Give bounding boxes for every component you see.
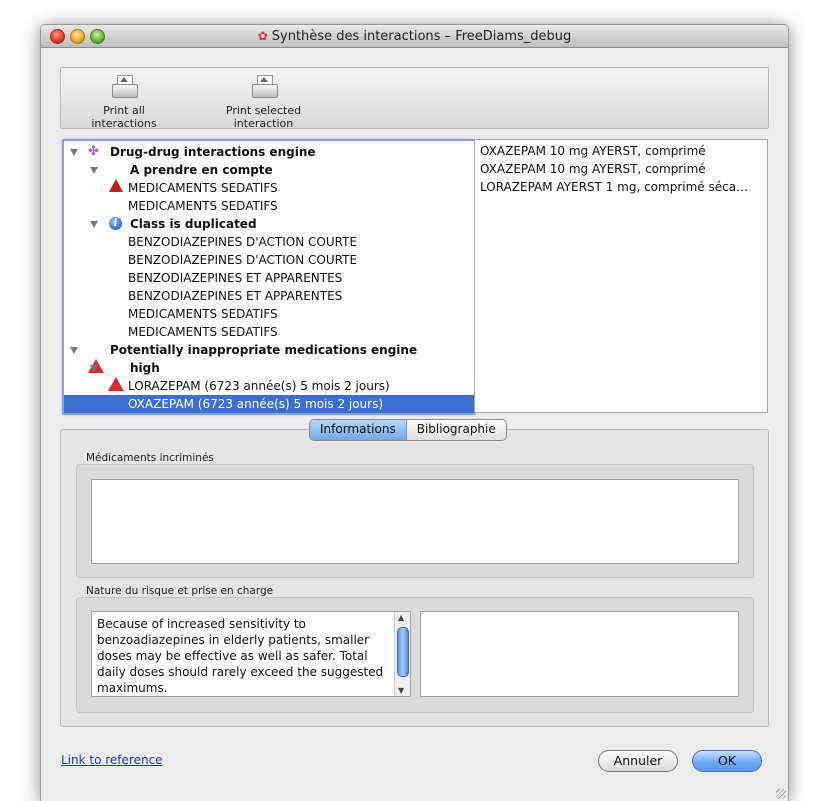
disclosure-triangle-icon[interactable] [70,149,78,156]
tree-label: MEDICAMENTS SEDATIFS [128,199,278,213]
print-all-label: Print all interactions [91,104,157,130]
info-icon: i [109,217,123,231]
toolbar: Print all interactions Print selected in… [60,67,769,130]
tree-row-item-selected[interactable]: OXAZEPAM (6723 année(s) 5 mois 2 jours) [64,395,474,413]
risque-textbox[interactable]: Because of increased sensitivity to benz… [91,611,411,697]
tree-label: high [130,361,160,375]
cancel-button[interactable]: Annuler [598,750,678,772]
disclosure-triangle-icon[interactable] [90,221,98,228]
tree-row-ddi-engine[interactable]: ✤ Drug-drug interactions engine [64,143,474,161]
informations-panel: Médicaments incriminés Nature du risque … [60,429,769,727]
resize-grip-icon[interactable] [776,789,786,799]
scroll-up-arrow-icon[interactable]: ▲ [398,613,404,622]
list-item[interactable]: OXAZEPAM 10 mg AYERST, comprimé [480,142,706,160]
tab-bibliographie[interactable]: Bibliographie [407,420,506,440]
tree-row-group[interactable]: high [64,359,474,391]
tree-label: Potentially inappropriate medications en… [110,343,418,357]
risque-group: Because of increased sensitivity to benz… [76,597,754,713]
freediams-app-icon: ✿ [257,29,268,43]
risque-text: Because of increased sensitivity to benz… [97,617,384,695]
tree-label: A prendre en compte [130,163,273,177]
window-title: ✿ Synthèse des interactions – FreeDiams_d… [257,29,572,44]
tree-label: LORAZEPAM (6723 année(s) 5 mois 2 jours) [128,379,390,393]
printer-icon [110,74,138,100]
tree-label: MEDICAMENTS SEDATIFS [128,307,278,321]
tree-label: MEDICAMENTS SEDATIFS [128,325,278,339]
tree-label: OXAZEPAM (6723 année(s) 5 mois 2 jours) [128,397,384,411]
disclosure-triangle-icon[interactable] [90,365,98,372]
tree-row-pim-engine[interactable]: Potentially inappropriate medications en… [64,341,474,373]
tree-row-group[interactable]: A prendre en compte [64,161,474,192]
tree-label: MEDICAMENTS SEDATIFS [128,181,278,195]
ok-button[interactable]: OK [692,750,762,772]
tab-informations[interactable]: Informations [310,420,407,440]
ddi-engine-icon: ✤ [88,144,99,159]
tree-row-item[interactable]: BENZODIAZEPINES ET APPARENTES [64,269,474,287]
tree-row-item[interactable]: MEDICAMENTS SEDATIFS [64,323,474,341]
warning-icon [109,163,123,192]
list-item[interactable]: OXAZEPAM 10 mg AYERST, comprimé [480,160,706,178]
tree-row-item[interactable]: MEDICAMENTS SEDATIFS [64,179,474,197]
pim-engine-icon [88,343,104,373]
printer-icon [250,74,278,100]
link-to-reference[interactable]: Link to reference [61,753,163,767]
list-item[interactable]: LORAZEPAM AYERST 1 mg, comprimé séca… [480,178,748,196]
disclosure-triangle-icon[interactable] [70,347,78,354]
scroll-down-arrow-icon[interactable]: ▼ [398,686,404,695]
prise-en-charge-textbox[interactable] [420,611,739,697]
tree-row-item[interactable]: BENZODIAZEPINES ET APPARENTES [64,287,474,305]
tree-row-item[interactable]: LORAZEPAM (6723 année(s) 5 mois 2 jours) [64,377,474,395]
tree-row-item[interactable]: MEDICAMENTS SEDATIFS [64,305,474,323]
drug-list[interactable]: OXAZEPAM 10 mg AYERST, comprimé OXAZEPAM… [474,139,768,413]
tree-row-item[interactable]: MEDICAMENTS SEDATIFS [64,197,474,215]
interaction-synthesis-window: ✿ Synthèse des interactions – FreeDiams_d… [40,24,789,801]
risque-scrollbar[interactable]: ▲ ▼ [394,612,410,696]
pim-high-icon [108,361,124,391]
scrollbar-thumb[interactable] [397,627,409,677]
tree-row-item[interactable]: BENZODIAZEPINES D'ACTION COURTE [64,233,474,251]
tree-label: BENZODIAZEPINES D'ACTION COURTE [128,235,358,249]
tree-label: BENZODIAZEPINES ET APPARENTES [128,271,343,285]
medicaments-group [76,464,754,578]
tree-label: BENZODIAZEPINES ET APPARENTES [128,289,343,303]
tree-label: BENZODIAZEPINES D'ACTION COURTE [128,253,358,267]
medicaments-group-title: Médicaments incriminés [86,452,214,464]
print-selected-interaction-button[interactable]: Print selected interaction [196,74,331,130]
tree-label: Drug-drug interactions engine [110,145,316,159]
detail-tabs: Informations Bibliographie [309,419,507,441]
print-selected-label: Print selected interaction [225,104,302,130]
tree-label: Class is duplicated [130,217,257,231]
tree-row-group[interactable]: i Class is duplicated [64,215,474,233]
risque-group-title: Nature du risque et prise en charge [86,585,274,597]
medicaments-textbox[interactable] [91,479,739,564]
print-all-interactions-button[interactable]: Print all interactions [69,74,179,130]
title-bar: ✿ Synthèse des interactions – FreeDiams_d… [41,25,788,48]
tree-row-item[interactable]: BENZODIAZEPINES D'ACTION COURTE [64,251,474,269]
interactions-tree[interactable]: ✤ Drug-drug interactions engine A prendr… [62,139,476,415]
disclosure-triangle-icon[interactable] [90,167,98,174]
